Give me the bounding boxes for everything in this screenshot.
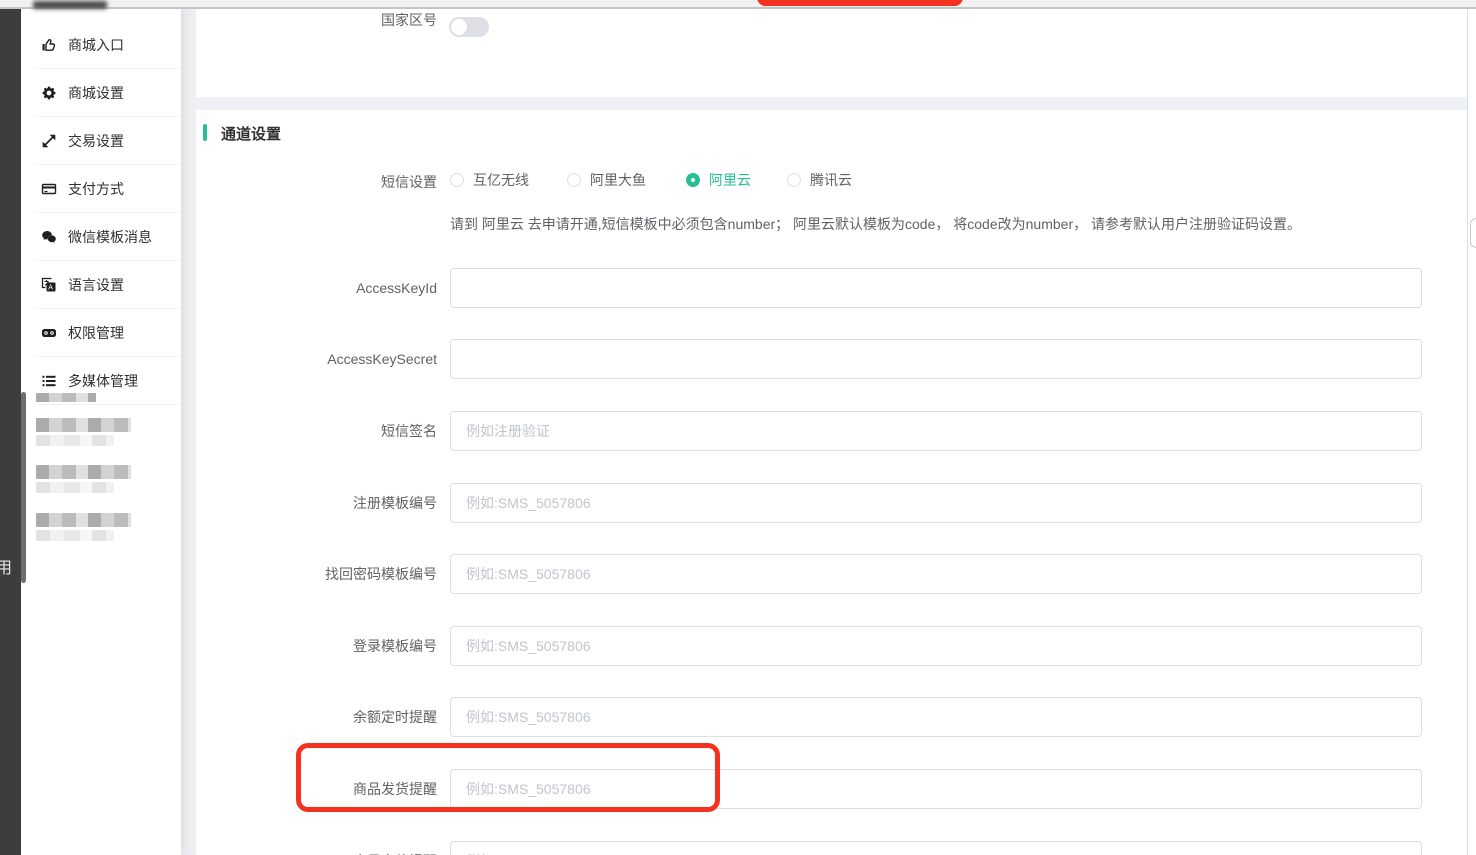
radio-icon bbox=[450, 173, 464, 187]
radio-icon bbox=[567, 173, 581, 187]
sidebar-item-label: 交易设置 bbox=[68, 131, 124, 151]
sms-signature-input[interactable] bbox=[450, 411, 1422, 451]
scrollbar-fragment[interactable] bbox=[1470, 218, 1476, 248]
redacted-sidebar-item bbox=[36, 513, 131, 527]
balance-reminder-input[interactable] bbox=[450, 697, 1422, 737]
redacted-sidebar-item bbox=[36, 465, 131, 479]
radio-huyi-wuxian[interactable]: 互亿无线 bbox=[450, 170, 529, 190]
form-row-accesskeysecret: AccessKeySecret bbox=[196, 339, 1467, 379]
register-template-label: 注册模板编号 bbox=[196, 483, 437, 523]
sms-settings-label: 短信设置 bbox=[323, 172, 437, 192]
sidebar-item-label: 商城设置 bbox=[68, 83, 124, 103]
blurred-window-title bbox=[33, 1, 107, 9]
form-row-register-template: 注册模板编号 bbox=[196, 483, 1467, 523]
sidebar-item-label: 权限管理 bbox=[68, 323, 124, 343]
redacted-sidebar-subtext bbox=[36, 482, 114, 493]
redacted-sidebar-subtext bbox=[36, 435, 114, 446]
gear-icon bbox=[40, 85, 57, 102]
password-recovery-template-input[interactable] bbox=[450, 554, 1422, 594]
wechat-icon bbox=[40, 229, 57, 246]
sidebar-item-language-settings[interactable]: A 语言设置 bbox=[21, 261, 181, 309]
country-code-toggle[interactable] bbox=[449, 17, 489, 37]
register-template-input[interactable] bbox=[450, 483, 1422, 523]
sidebar-item-label: 支付方式 bbox=[68, 179, 124, 199]
svg-text:A: A bbox=[48, 285, 53, 292]
radio-label: 阿里大鱼 bbox=[590, 170, 646, 190]
sidebar-item-label: 商城入口 bbox=[68, 35, 124, 55]
radio-icon bbox=[787, 173, 801, 187]
page-background-gap bbox=[181, 9, 196, 855]
form-row-shipping-reminder: 商品发货提醒 bbox=[196, 769, 1467, 809]
sms-help-text: 请到 阿里云 去申请开通,短信模板中必须包含number； 阿里云默认模板为co… bbox=[450, 214, 1301, 234]
radio-label: 腾讯云 bbox=[810, 170, 852, 190]
password-recovery-template-label: 找回密码模板编号 bbox=[196, 554, 437, 594]
shipping-reminder-label: 商品发货提醒 bbox=[196, 769, 437, 809]
radio-selected-icon bbox=[686, 173, 700, 187]
recharge-reminder-input[interactable] bbox=[450, 841, 1422, 855]
section-accent-bar bbox=[203, 124, 207, 141]
sidebar-item-trade-settings[interactable]: 交易设置 bbox=[21, 117, 181, 165]
country-code-label: 国家区号 bbox=[323, 8, 437, 32]
redacted-sidebar-text bbox=[36, 393, 96, 402]
sidebar-item-mall-settings[interactable]: 商城设置 bbox=[21, 69, 181, 117]
radio-ali-dayu[interactable]: 阿里大鱼 bbox=[567, 170, 646, 190]
login-template-input[interactable] bbox=[450, 626, 1422, 666]
translate-icon: A bbox=[40, 277, 57, 294]
form-row-password-recovery-template: 找回密码模板编号 bbox=[196, 554, 1467, 594]
accesskeysecret-input[interactable] bbox=[450, 339, 1422, 379]
form-row-login-template: 登录模板编号 bbox=[196, 626, 1467, 666]
main-content-panel: 国家区号 通道设置 短信设置 互亿无线 阿里大鱼 阿里云 腾讯云 请到 阿里云 … bbox=[196, 9, 1467, 855]
sidebar-item-wechat-template-messages[interactable]: 微信模板消息 bbox=[21, 213, 181, 261]
annotation-top-bar bbox=[757, 0, 963, 6]
content-right-border bbox=[1467, 9, 1468, 855]
recharge-reminder-label: 会员充值提醒 bbox=[196, 841, 437, 855]
sms-signature-label: 短信签名 bbox=[196, 411, 437, 451]
radio-tencent-cloud[interactable]: 腾讯云 bbox=[787, 170, 852, 190]
sidebar-item-mall-entrance[interactable]: 商城入口 bbox=[21, 21, 181, 69]
sidebar: 商城入口 商城设置 交易设置 支付方式 微信模板消息 bbox=[21, 9, 181, 855]
form-row-accesskeyid: AccessKeyId bbox=[196, 268, 1467, 308]
shipping-reminder-input[interactable] bbox=[450, 769, 1422, 809]
credit-card-icon bbox=[40, 181, 57, 198]
list-icon bbox=[40, 373, 57, 390]
login-template-label: 登录模板编号 bbox=[196, 626, 437, 666]
section-separator-band bbox=[196, 97, 1467, 110]
form-row-balance-reminder: 余额定时提醒 bbox=[196, 697, 1467, 737]
balance-reminder-label: 余额定时提醒 bbox=[196, 697, 437, 737]
page: 国家区号 通道设置 短信设置 互亿无线 阿里大鱼 阿里云 腾讯云 请到 阿里云 … bbox=[0, 0, 1476, 855]
accesskeyid-label: AccessKeyId bbox=[196, 268, 437, 308]
radio-label: 互亿无线 bbox=[473, 170, 529, 190]
toggle-knob-icon bbox=[451, 19, 467, 35]
redacted-sidebar-subtext bbox=[36, 530, 114, 541]
thumb-up-icon bbox=[40, 37, 57, 54]
top-chrome-bar bbox=[0, 0, 1476, 9]
sidebar-item-label: 多媒体管理 bbox=[68, 371, 138, 391]
section-title: 通道设置 bbox=[221, 123, 281, 144]
redacted-sidebar-item bbox=[36, 418, 131, 432]
permission-mask-icon bbox=[40, 325, 57, 342]
exchange-arrows-icon bbox=[40, 133, 57, 150]
form-row-sms-signature: 短信签名 bbox=[196, 411, 1467, 451]
form-row-recharge-reminder: 会员充值提醒 bbox=[196, 841, 1467, 855]
background-window-edge: 用 bbox=[0, 3, 21, 855]
sidebar-item-payment-methods[interactable]: 支付方式 bbox=[21, 165, 181, 213]
radio-aliyun[interactable]: 阿里云 bbox=[686, 170, 751, 190]
sidebar-item-permission-management[interactable]: 权限管理 bbox=[21, 309, 181, 357]
accesskeysecret-label: AccessKeySecret bbox=[196, 339, 437, 379]
sidebar-scrollbar[interactable] bbox=[21, 392, 26, 583]
radio-label: 阿里云 bbox=[709, 170, 751, 190]
accesskeyid-input[interactable] bbox=[450, 268, 1422, 308]
background-window-text: 用 bbox=[0, 554, 12, 578]
sidebar-item-label: 语言设置 bbox=[68, 275, 124, 295]
sidebar-item-label: 微信模板消息 bbox=[68, 227, 152, 247]
